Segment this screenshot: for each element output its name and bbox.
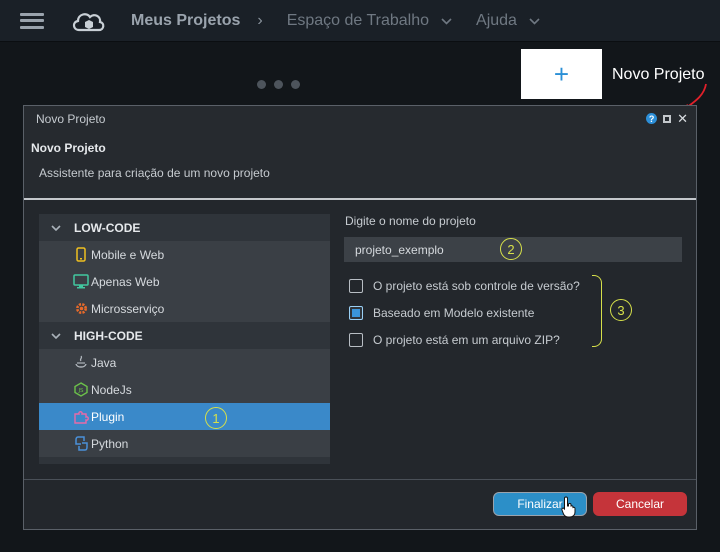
tree-item-microservice[interactable]: Microsserviço [39,295,330,322]
tree-item-web-only[interactable]: Apenas Web [39,268,330,295]
svg-text:JS: JS [77,388,84,394]
project-name-input[interactable]: projeto_exemplo 2 [344,237,682,262]
maximize-icon[interactable] [663,114,672,123]
tree-item-python[interactable]: Python [39,430,330,457]
new-project-tile[interactable]: + [521,49,602,99]
chevron-down-icon[interactable] [39,332,73,339]
python-icon [73,436,89,452]
tree-item-label: Java [91,355,117,370]
chevron-right-icon: › [257,11,263,29]
hamburger-icon [20,12,44,29]
existing-model-checkbox[interactable] [349,305,363,320]
tree-group-low-code[interactable]: LOW-CODE [39,214,330,241]
dialog-body: LOW-CODE Mobile e Web Apenas Web Micross… [24,200,696,480]
dialog-heading: Novo Projeto [31,141,106,155]
project-type-tree: LOW-CODE Mobile e Web Apenas Web Micross… [39,214,330,464]
project-options: O projeto está sob controle de versão? B… [344,272,684,353]
page-title[interactable]: Meus Projetos [131,12,240,30]
dialog-window-title: Novo Projeto [36,112,106,126]
puzzle-icon [73,409,89,425]
carousel-dots[interactable] [257,80,300,89]
tree-item-label: Mobile e Web [91,247,165,262]
dialog-controls: ? ✕ [646,112,688,125]
carousel-dot[interactable] [257,80,266,89]
dialog-footer: Finalizar Cancelar [24,480,696,529]
new-project-dialog: Novo Projeto ? ✕ Novo Projeto Assistente… [23,105,697,530]
top-nav-bar: Meus Projetos › Espaço de Trabalho Ajuda [0,0,720,42]
tree-item-label: Python [91,436,129,451]
nodejs-icon: JS [73,382,89,398]
project-name-value: projeto_exemplo [355,242,444,257]
carousel-dot[interactable] [291,80,300,89]
zip-file-checkbox[interactable] [349,332,363,347]
project-form: Digite o nome do projeto projeto_exemplo… [344,214,684,353]
cancel-button[interactable]: Cancelar [593,492,687,516]
chevron-down-icon[interactable] [39,224,73,231]
dialog-subtitle: Assistente para criação de um novo proje… [39,166,270,180]
gear-icon [73,301,89,317]
annotation-badge-3: 3 [610,299,632,321]
tree-item-label: Plugin [91,409,125,424]
tree-item-mobile-web[interactable]: Mobile e Web [39,241,330,268]
tree-item-nodejs[interactable]: JS NodeJs [39,376,330,403]
tree-item-label: Apenas Web [91,274,160,289]
plus-icon: + [553,58,570,89]
nav-workspace-label: Espaço de Trabalho [286,11,430,29]
tree-group-high-code[interactable]: HIGH-CODE [39,322,330,349]
mobile-icon [73,247,89,263]
option-label: O projeto está sob controle de versão? [373,278,580,293]
tree-item-label: NodeJs [91,382,132,397]
option-zip-file[interactable]: O projeto está em um arquivo ZIP? [344,326,684,353]
version-control-checkbox[interactable] [349,278,363,293]
cloud-logo-icon[interactable] [68,0,108,42]
chevron-down-icon [441,14,452,28]
app-root: Meus Projetos › Espaço de Trabalho Ajuda… [0,0,720,552]
annotation-badge-2: 2 [500,238,522,260]
help-icon[interactable]: ? [646,113,658,124]
nav-help-label: Ajuda [476,11,517,29]
close-icon[interactable]: ✕ [677,112,688,125]
dialog-header: Novo Projeto ? ✕ Novo Projeto Assistente… [24,106,696,200]
hand-cursor-icon [561,496,576,518]
annotation-badge-1: 1 [205,407,227,429]
tree-item-java[interactable]: Java [39,349,330,376]
annotation-brace [592,275,602,347]
java-icon [73,355,89,371]
option-existing-model[interactable]: Baseado em Modelo existente [344,299,684,326]
tree-group-label: LOW-CODE [74,220,141,235]
tree-group-label: HIGH-CODE [74,328,143,343]
nav-workspace[interactable]: Espaço de Trabalho [287,12,452,30]
tree-item-plugin[interactable]: Plugin 1 [39,403,330,430]
option-version-control[interactable]: O projeto está sob controle de versão? [344,272,684,299]
tree-item-label: Microsserviço [91,301,165,316]
chevron-down-icon [529,14,540,28]
monitor-icon [73,274,89,290]
nav-help[interactable]: Ajuda [476,12,540,30]
option-label: Baseado em Modelo existente [373,305,535,320]
option-label: O projeto está em um arquivo ZIP? [373,332,560,347]
carousel-dot[interactable] [274,80,283,89]
menu-button[interactable] [0,0,64,42]
project-name-label: Digite o nome do projeto [345,214,476,228]
